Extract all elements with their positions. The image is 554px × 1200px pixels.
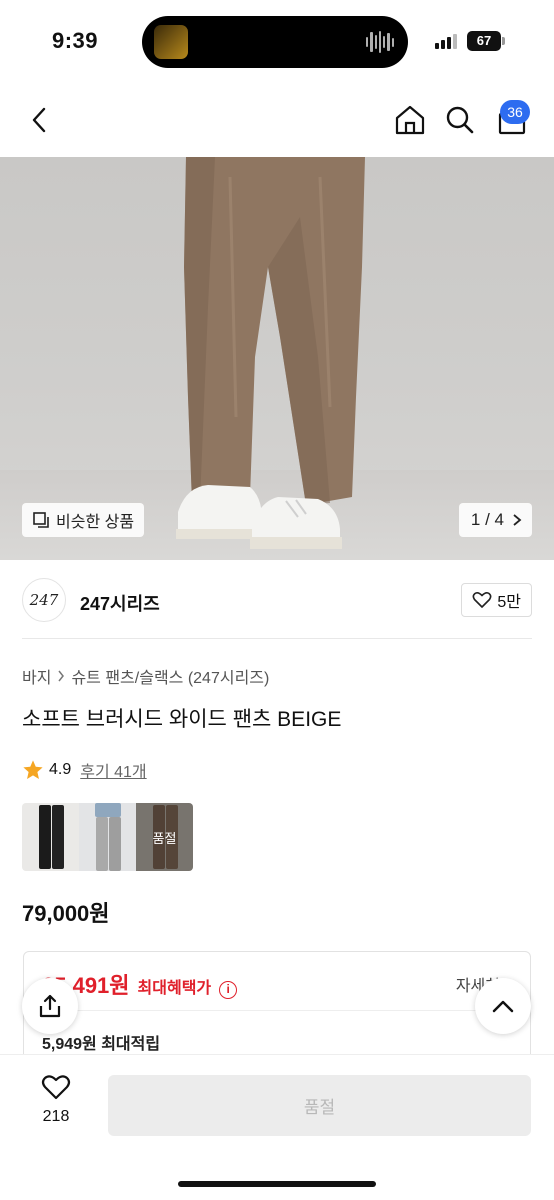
status-time: 9:39 (52, 28, 99, 53)
brand-like-button[interactable]: 5만 (461, 583, 532, 617)
brand-logo-text: 247 (29, 591, 59, 609)
heart-icon (41, 1075, 71, 1100)
similar-icon (33, 512, 49, 528)
brand-like-count: 5만 (497, 594, 521, 611)
breadcrumb: 바지 슈트 팬츠/슬랙스 (247시리즈) (22, 664, 269, 688)
image-pager-label: 1 / 4 (470, 510, 504, 529)
share-icon (39, 994, 61, 1018)
breadcrumb-item-subcategory[interactable]: 슈트 팬츠/슬랙스 (247시리즈) (71, 664, 269, 688)
max-points: 5,949원 최대적립 (42, 1036, 161, 1053)
cellular-signal-icon (435, 34, 457, 49)
rating-value: 4.9 (49, 761, 72, 778)
wishlist-button[interactable]: 218 (28, 1073, 84, 1126)
best-price-label: 최대혜택가 (137, 980, 212, 997)
swatch-black[interactable] (22, 803, 79, 871)
similar-products-button[interactable]: 비슷한 상품 (22, 503, 145, 537)
swatch-soldout-label: 품절 (136, 803, 193, 871)
rating-row: 4.9 후기 41개 (22, 758, 147, 782)
cart-count-badge: 36 (500, 100, 530, 124)
image-pager-button[interactable]: 1 / 4 (458, 503, 532, 537)
swatch-beige[interactable]: 품절 (136, 803, 193, 871)
scroll-top-button[interactable] (475, 978, 531, 1034)
search-icon[interactable] (442, 102, 478, 138)
chevron-up-icon (492, 1000, 514, 1013)
brand-logo[interactable]: 247 (22, 578, 66, 622)
chevron-right-icon (513, 514, 522, 526)
heart-icon (472, 592, 492, 608)
benefit-box: 65,491원 최대혜택가 i 자세히 5,949원 최대적립 (23, 951, 531, 1071)
breadcrumb-item-category[interactable]: 바지 (22, 664, 51, 688)
product-photo (176, 157, 365, 549)
review-count-link[interactable]: 후기 41개 (80, 758, 146, 782)
status-bar: 9:39 67 (0, 0, 554, 80)
star-icon (23, 760, 43, 779)
soldout-button[interactable]: 품절 (108, 1075, 531, 1136)
similar-products-label: 비슷한 상품 (56, 514, 135, 531)
share-button[interactable] (22, 978, 78, 1034)
color-swatches: 품절 (22, 803, 193, 871)
home-icon[interactable] (392, 102, 428, 138)
wishlist-count: 218 (42, 1108, 70, 1125)
product-price: 79,000원 (22, 901, 110, 926)
audio-waveform-icon (366, 30, 394, 54)
top-nav (0, 88, 554, 154)
chevron-right-icon (58, 670, 65, 682)
dynamic-island (142, 16, 408, 68)
brand-row: 247 247시리즈 5만 (22, 578, 532, 624)
swatch-gray[interactable] (79, 803, 136, 871)
brand-name[interactable]: 247시리즈 (80, 590, 160, 616)
divider (42, 1010, 512, 1011)
info-icon[interactable]: i (219, 981, 238, 999)
now-playing-app-icon (154, 25, 188, 59)
divider (22, 638, 532, 639)
product-title: 소프트 브러시드 와이드 팬츠 BEIGE (22, 708, 342, 731)
battery-icon: 67 (467, 31, 505, 51)
back-icon[interactable] (22, 102, 58, 138)
home-indicator (178, 1181, 376, 1187)
product-image-carousel[interactable]: 비슷한 상품 1 / 4 (0, 157, 554, 560)
bottom-action-bar: 218 품절 (0, 1054, 554, 1200)
